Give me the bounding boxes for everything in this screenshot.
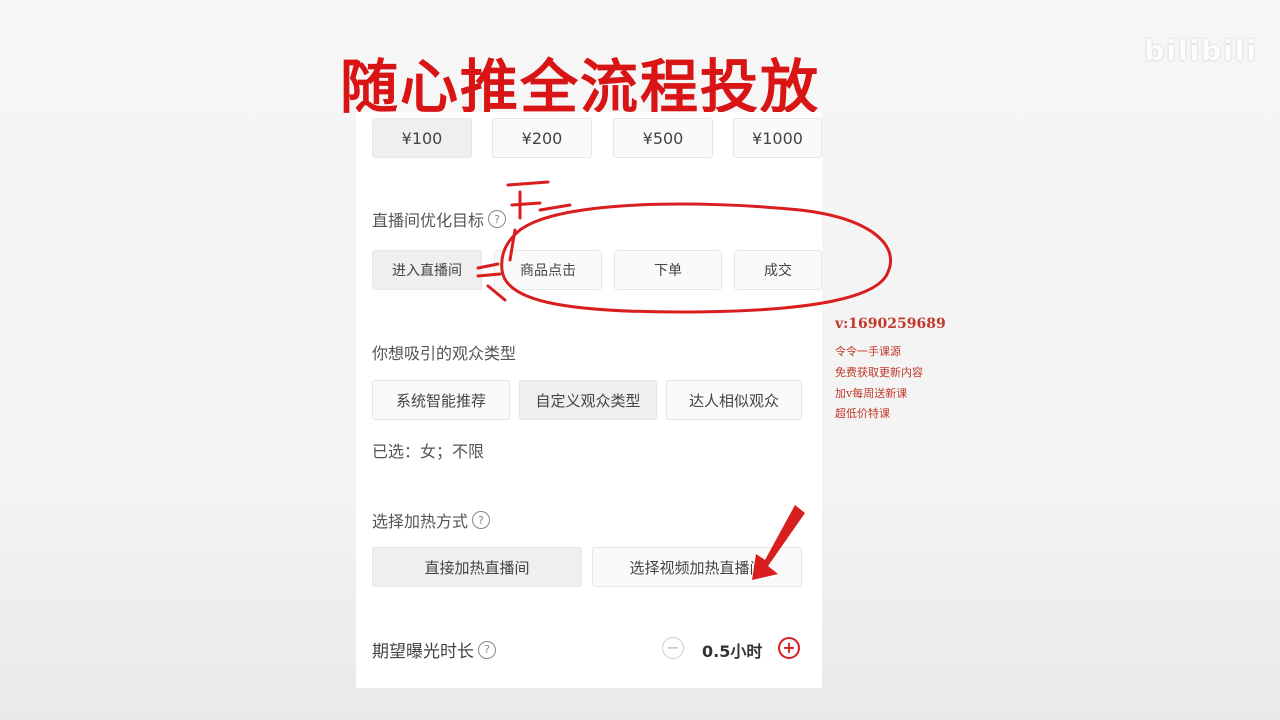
increase-icon[interactable]: + — [778, 637, 800, 659]
duration-label-text: 期望曝光时长 — [372, 642, 474, 662]
promo-note-1: 令令一手课源 — [835, 345, 901, 358]
goal-option-deal[interactable]: 成交 — [734, 250, 822, 290]
goal-label-text: 直播间优化目标 — [372, 211, 485, 230]
goal-option-product-click[interactable]: 商品点击 — [494, 250, 602, 290]
budget-option-1000[interactable]: ¥1000 — [733, 118, 822, 158]
audience-selected-text: 已选：女；不限 — [372, 442, 485, 461]
heat-option-direct[interactable]: 直接加热直播间 — [372, 547, 582, 587]
promo-note-3: 加v每周送新课 — [835, 387, 908, 400]
contact-note: v:1690259689 — [835, 316, 946, 332]
budget-option-200[interactable]: ¥200 — [492, 118, 592, 158]
heat-option-video[interactable]: 选择视频加热直播间 — [592, 547, 802, 587]
duration-value: 0.5小时 — [702, 642, 763, 661]
goal-option-order[interactable]: 下单 — [614, 250, 722, 290]
audience-label: 你想吸引的观众类型 — [372, 344, 517, 363]
budget-option-100[interactable]: ¥100 — [372, 118, 472, 158]
help-icon[interactable]: ? — [488, 210, 507, 228]
audience-option-system[interactable]: 系统智能推荐 — [372, 380, 510, 420]
audience-option-similar[interactable]: 达人相似观众 — [666, 380, 802, 420]
goal-option-enter-room[interactable]: 进入直播间 — [372, 250, 482, 290]
help-icon[interactable]: ? — [478, 640, 496, 659]
budget-option-500[interactable]: ¥500 — [613, 118, 713, 158]
watermark-logo: bilibili — [1144, 34, 1258, 67]
promo-note-2: 免费获取更新内容 — [835, 366, 923, 379]
duration-label: 期望曝光时长 ? — [372, 637, 496, 662]
decrease-icon[interactable]: − — [662, 637, 684, 659]
heat-label-text: 选择加热方式 — [372, 512, 469, 531]
audience-option-custom[interactable]: 自定义观众类型 — [519, 380, 657, 420]
promo-note-4: 超低价特课 — [835, 407, 890, 420]
help-icon[interactable]: ? — [472, 511, 491, 529]
goal-label: 直播间优化目标 ? — [372, 207, 507, 231]
heat-label: 选择加热方式 ? — [372, 508, 491, 532]
